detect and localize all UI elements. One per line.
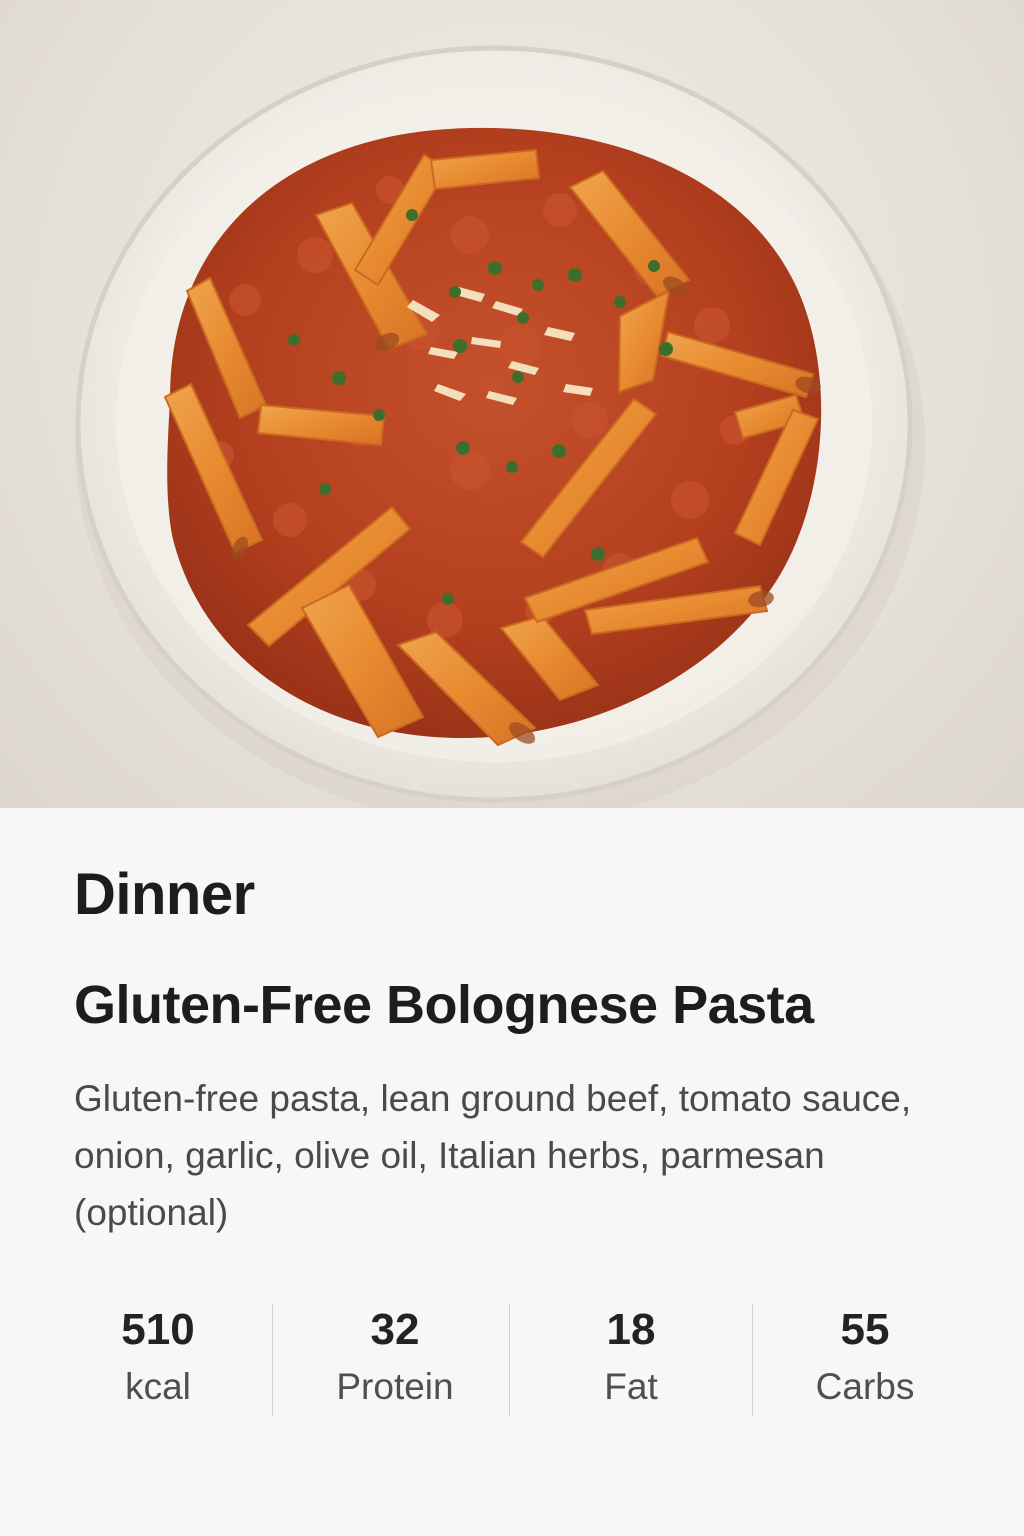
recipe-card: Dinner Gluten-Free Bolognese Pasta Glute… — [0, 0, 1024, 1536]
macro-value: 32 — [370, 1305, 420, 1354]
macro-value: 510 — [121, 1305, 195, 1354]
macro-summary: 510 kcal 32 Protein 18 Fat 55 Carbs — [40, 1304, 984, 1422]
pasta-bowl-illustration — [75, 45, 925, 808]
macro-value: 55 — [840, 1305, 890, 1354]
macro-fat: 18 Fat — [560, 1305, 702, 1407]
macro-kcal: 510 kcal — [77, 1305, 239, 1407]
macro-value: 18 — [606, 1305, 656, 1354]
recipe-image — [0, 0, 1024, 808]
recipe-details: Dinner Gluten-Free Bolognese Pasta Glute… — [0, 808, 1024, 1536]
macro-divider — [272, 1304, 273, 1416]
macro-label: Protein — [336, 1366, 454, 1407]
ingredients-text: Gluten-free pasta, lean ground beef, tom… — [74, 1078, 912, 1233]
macro-label: kcal — [125, 1366, 191, 1407]
macro-divider — [509, 1304, 510, 1416]
macro-label: Fat — [604, 1366, 658, 1407]
macro-label: Carbs — [815, 1366, 915, 1407]
macro-protein: 32 Protein — [319, 1305, 471, 1407]
macro-carbs: 55 Carbs — [798, 1305, 932, 1407]
macro-divider — [752, 1304, 753, 1416]
recipe-title: Gluten-Free Bolognese Pasta — [74, 975, 814, 1035]
meal-type-heading: Dinner — [74, 862, 255, 927]
